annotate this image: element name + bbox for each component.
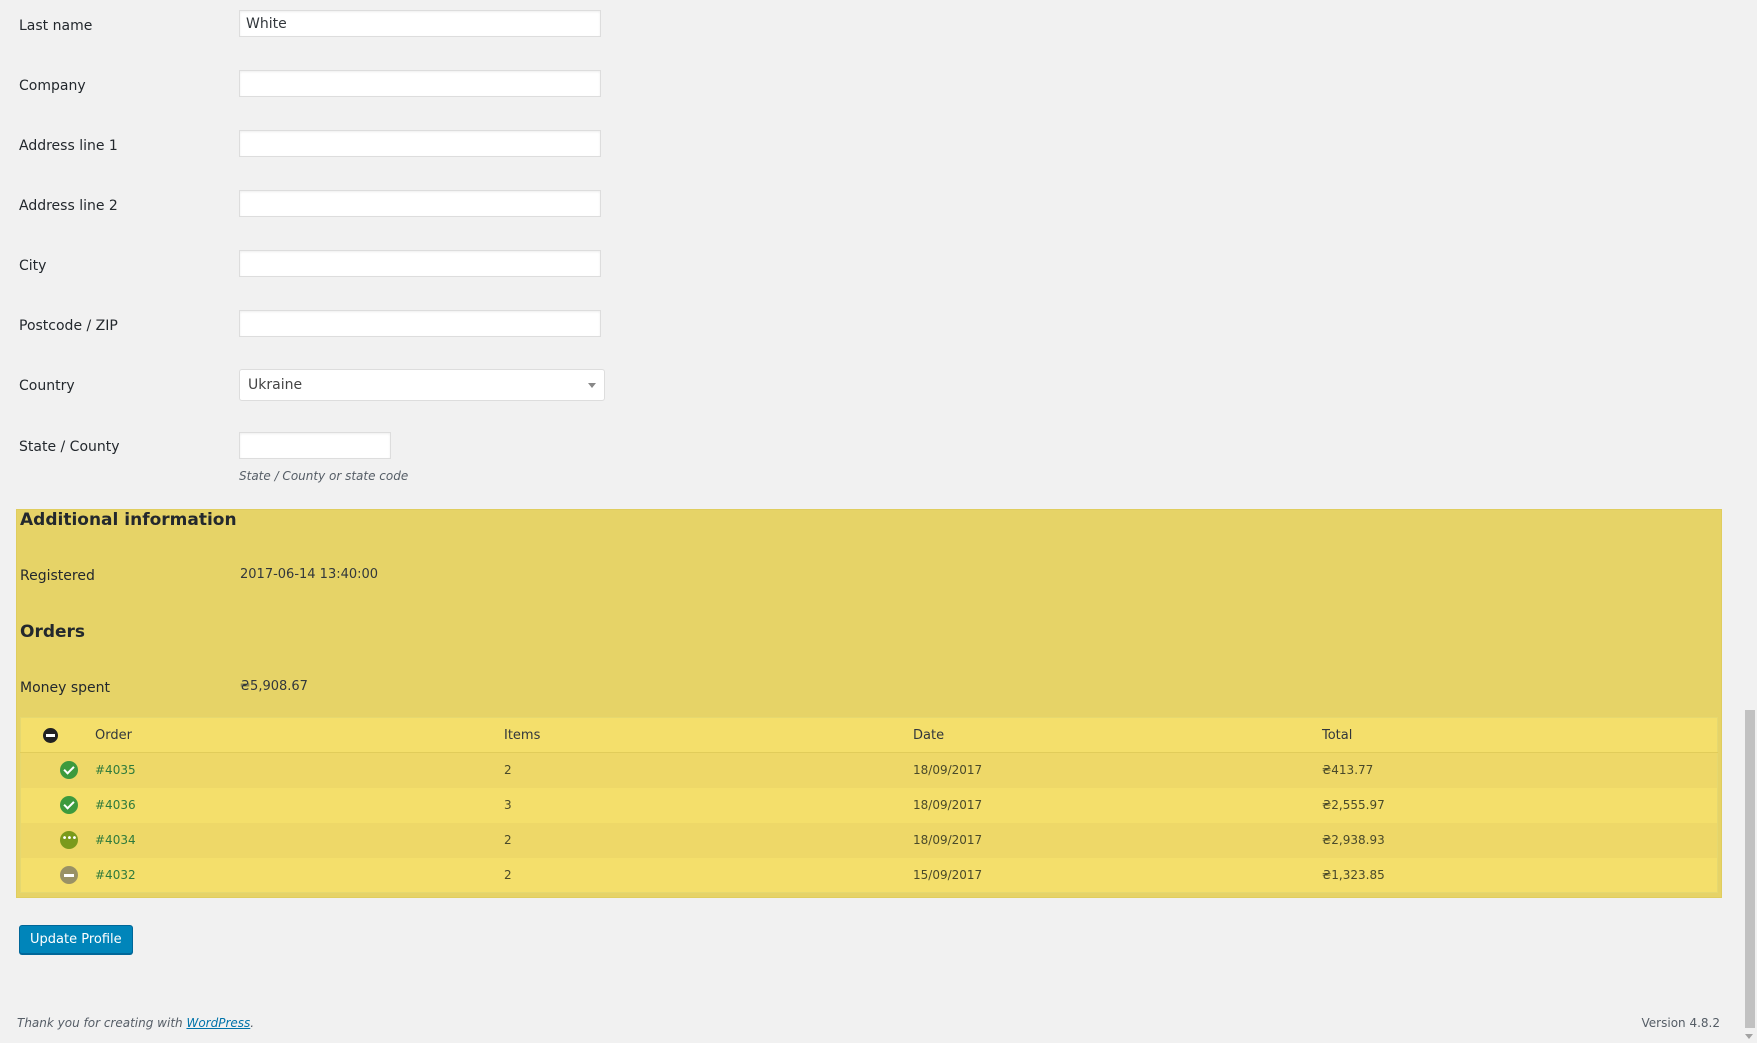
state-description: State / County or state code bbox=[239, 469, 409, 483]
update-profile-button[interactable]: Update Profile bbox=[19, 925, 133, 954]
order-link[interactable]: #4036 bbox=[95, 798, 136, 812]
company-row: Company bbox=[19, 70, 619, 100]
status-cell bbox=[21, 753, 96, 788]
status-cell bbox=[21, 823, 96, 858]
country-select[interactable]: Ukraine bbox=[239, 369, 605, 401]
additional-info-heading: Additional information bbox=[20, 510, 237, 530]
total-column-header: Total bbox=[1322, 727, 1353, 743]
status-column-header bbox=[21, 718, 96, 753]
orders-heading: Orders bbox=[20, 622, 86, 642]
order-cell: #4032 bbox=[95, 858, 504, 893]
last-name-label: Last name bbox=[19, 18, 93, 34]
order-link[interactable]: #4032 bbox=[95, 868, 136, 882]
address-1-input[interactable] bbox=[239, 130, 601, 157]
city-input[interactable] bbox=[239, 250, 601, 277]
table-row: #4032 2 15/09/2017 ₴1,323.85 bbox=[20, 857, 1718, 893]
order-link[interactable]: #4035 bbox=[95, 763, 136, 777]
address-2-row: Address line 2 bbox=[19, 190, 619, 220]
footer-version: Version 4.8.2 bbox=[1641, 1016, 1720, 1030]
last-name-row: Last name bbox=[19, 10, 619, 40]
state-row: State / County State / County or state c… bbox=[19, 432, 619, 492]
date-cell: 18/09/2017 bbox=[913, 833, 983, 847]
additional-info-panel: Additional information Registered 2017-0… bbox=[16, 509, 1722, 898]
profile-page: Last name Company Address line 1 Address… bbox=[0, 0, 1757, 1043]
total-cell: ₴413.77 bbox=[1322, 763, 1374, 778]
address-1-row: Address line 1 bbox=[19, 130, 619, 160]
table-row: #4036 3 18/09/2017 ₴2,555.97 bbox=[20, 787, 1718, 823]
last-name-input[interactable] bbox=[239, 10, 601, 37]
country-row: Country Ukraine bbox=[19, 369, 619, 401]
completed-status-icon bbox=[60, 761, 78, 780]
address-2-label: Address line 2 bbox=[19, 198, 118, 214]
postcode-input[interactable] bbox=[239, 310, 601, 337]
order-column-header: Order bbox=[95, 727, 132, 743]
footer-thanks: Thank you for creating with WordPress. bbox=[17, 1016, 254, 1030]
registered-label: Registered bbox=[20, 568, 95, 584]
chevron-down-icon bbox=[588, 383, 596, 388]
footer-thanks-suffix: . bbox=[250, 1016, 255, 1030]
table-row: #4035 2 18/09/2017 ₴413.77 bbox=[20, 752, 1718, 788]
postcode-label: Postcode / ZIP bbox=[19, 318, 118, 334]
order-cell: #4035 bbox=[95, 753, 504, 788]
date-cell: 18/09/2017 bbox=[913, 798, 983, 812]
postcode-row: Postcode / ZIP bbox=[19, 310, 619, 340]
order-cell: #4036 bbox=[95, 788, 504, 823]
date-cell: 15/09/2017 bbox=[913, 867, 983, 882]
status-cell bbox=[21, 858, 96, 893]
registered-value: 2017-06-14 13:40:00 bbox=[240, 567, 379, 582]
processing-status-icon bbox=[60, 830, 78, 849]
total-cell: ₴2,938.93 bbox=[1322, 833, 1385, 847]
total-cell: ₴1,323.85 bbox=[1322, 867, 1385, 882]
items-cell: 3 bbox=[504, 798, 512, 812]
state-label: State / County bbox=[19, 439, 120, 455]
order-cell: #4034 bbox=[95, 823, 504, 858]
date-cell: 18/09/2017 bbox=[913, 763, 983, 778]
orders-table: Order Items Date Total #4035 2 18/09/201… bbox=[20, 717, 1718, 893]
orders-table-header: Order Items Date Total bbox=[20, 718, 1718, 753]
money-spent-value: ₴5,908.67 bbox=[240, 679, 308, 694]
wordpress-link[interactable]: WordPress bbox=[186, 1016, 250, 1030]
items-cell: 2 bbox=[504, 763, 512, 778]
scrollbar-thumb[interactable] bbox=[1745, 710, 1755, 1028]
status-cell bbox=[21, 788, 96, 823]
scroll-down-icon[interactable] bbox=[1745, 1034, 1753, 1039]
city-row: City bbox=[19, 250, 619, 280]
total-cell: ₴2,555.97 bbox=[1322, 798, 1385, 812]
money-spent-label: Money spent bbox=[20, 680, 111, 696]
footer-thanks-prefix: Thank you for creating with bbox=[17, 1016, 187, 1030]
items-column-header: Items bbox=[504, 727, 541, 743]
country-label: Country bbox=[19, 378, 75, 394]
items-cell: 2 bbox=[504, 867, 512, 882]
country-selected-value: Ukraine bbox=[248, 377, 303, 393]
state-input[interactable] bbox=[239, 432, 391, 459]
completed-status-icon bbox=[60, 796, 78, 814]
city-label: City bbox=[19, 258, 47, 274]
address-2-input[interactable] bbox=[239, 190, 601, 217]
company-input[interactable] bbox=[239, 70, 601, 97]
company-label: Company bbox=[19, 78, 86, 94]
table-row: #4034 2 18/09/2017 ₴2,938.93 bbox=[20, 822, 1718, 858]
order-link[interactable]: #4034 bbox=[95, 833, 136, 847]
cancelled-status-icon bbox=[60, 865, 78, 884]
date-column-header: Date bbox=[913, 727, 945, 743]
vertical-scrollbar[interactable] bbox=[1742, 0, 1757, 1043]
address-1-label: Address line 1 bbox=[19, 138, 118, 154]
status-header-icon bbox=[43, 727, 58, 743]
items-cell: 2 bbox=[504, 833, 512, 847]
